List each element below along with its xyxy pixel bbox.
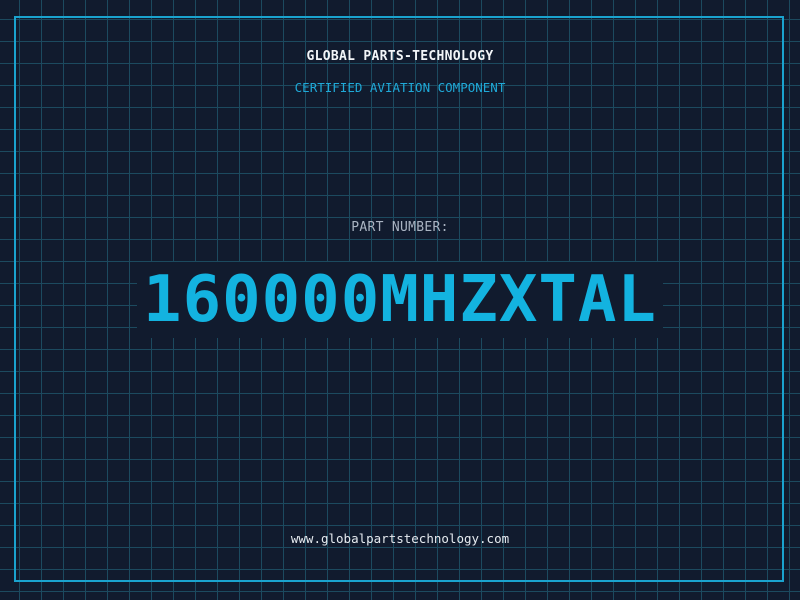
part-number-value: 160000MHZXTAL xyxy=(137,262,663,338)
part-number-label: PART NUMBER: xyxy=(351,220,449,235)
part-number-container: 160000MHZXTAL xyxy=(0,262,800,338)
website-url: www.globalpartstechnology.com xyxy=(290,531,510,546)
certification-subtitle: CERTIFIED AVIATION COMPONENT xyxy=(294,80,506,95)
company-name: GLOBAL PARTS-TECHNOLOGY xyxy=(306,49,494,64)
